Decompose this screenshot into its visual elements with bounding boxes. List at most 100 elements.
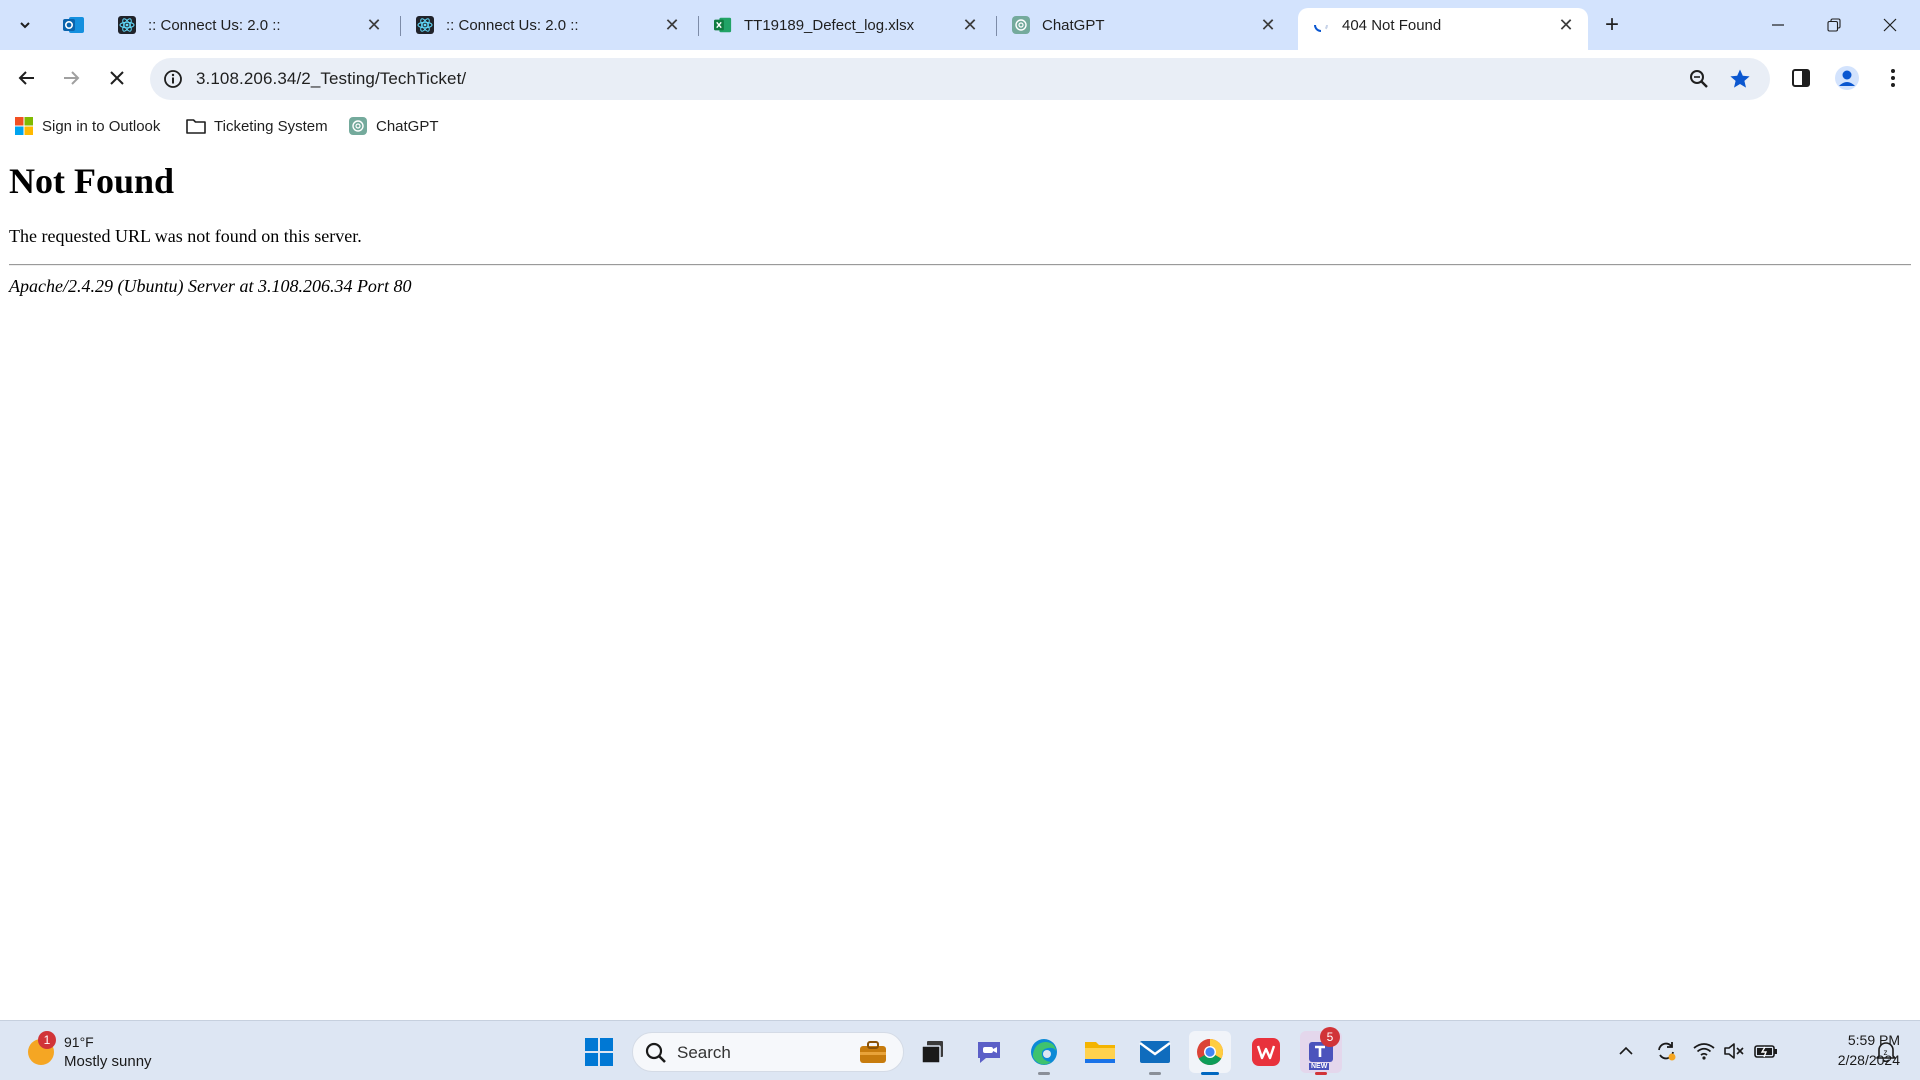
bookmark-label: Sign in to Outlook — [42, 117, 161, 135]
bookmark-chatgpt[interactable]: ChatGPT — [348, 114, 439, 138]
running-indicator — [1038, 1072, 1050, 1075]
address-bar[interactable]: 3.108.206.34/2_Testing/TechTicket/ — [150, 58, 1770, 100]
tab-close-button[interactable]: ✕ — [662, 15, 682, 35]
svg-text:z: z — [1884, 1048, 1888, 1057]
bookmark-star-icon[interactable] — [1728, 67, 1752, 91]
folder-icon — [1085, 1042, 1115, 1063]
tab-divider — [400, 16, 401, 36]
tab-close-button[interactable]: ✕ — [1556, 15, 1576, 35]
restore-button[interactable] — [1806, 0, 1862, 50]
sync-tray-icon[interactable] — [1652, 1037, 1680, 1065]
arrow-right-icon — [64, 71, 80, 85]
mail-icon — [1139, 1041, 1171, 1063]
side-panel-button[interactable] — [1784, 61, 1818, 95]
taskbar-mail[interactable] — [1134, 1031, 1176, 1075]
edge-icon — [1031, 1039, 1057, 1065]
weather-condition: Mostly sunny — [64, 1053, 152, 1070]
volume-muted-icon — [1724, 1043, 1744, 1059]
notification-center-button[interactable]: z — [1872, 1037, 1900, 1065]
tab-title: ChatGPT — [1042, 16, 1105, 34]
tab-title: :: Connect Us: 2.0 :: — [148, 16, 281, 34]
show-hidden-icons-button[interactable] — [1612, 1037, 1640, 1065]
minimize-button[interactable] — [1750, 0, 1806, 50]
tab-title: :: Connect Us: 2.0 :: — [446, 16, 579, 34]
weather-temperature: 91°F — [64, 1034, 94, 1050]
excel-icon — [714, 16, 732, 34]
arrow-left-icon — [18, 71, 34, 85]
close-window-button[interactable] — [1862, 0, 1918, 50]
restore-icon — [1827, 18, 1841, 32]
wps-office-icon — [1252, 1038, 1280, 1066]
page-title: Not Found — [9, 161, 175, 201]
taskbar-teams[interactable]: 5 NEW — [1300, 1027, 1342, 1075]
tab-close-button[interactable]: ✕ — [364, 15, 384, 35]
back-button[interactable] — [9, 60, 45, 96]
site-info-icon[interactable] — [162, 68, 184, 90]
battery-charging-icon — [1754, 1045, 1777, 1058]
notification-bell-icon: z — [1876, 1042, 1896, 1062]
windows-taskbar: 1 91°F Mostly sunny Search 5 NEW 5:59 PM… — [0, 1020, 1920, 1080]
bookmark-label: ChatGPT — [376, 117, 439, 135]
chat-icon — [978, 1042, 1000, 1063]
minimize-icon — [1772, 24, 1784, 26]
briefcase-icon — [855, 1037, 891, 1067]
taskbar-chrome[interactable] — [1189, 1031, 1231, 1075]
running-indicator — [1315, 1072, 1327, 1075]
notification-badge: 1 — [38, 1031, 56, 1049]
taskbar-edge[interactable] — [1023, 1031, 1065, 1075]
outlook-icon — [63, 17, 84, 33]
taskbar-search[interactable]: Search — [632, 1032, 904, 1072]
taskbar-task-view[interactable] — [912, 1031, 954, 1073]
teams-new-tag: NEW — [1309, 1063, 1330, 1070]
react-atom-icon — [118, 16, 136, 34]
battery-tray-icon[interactable] — [1752, 1037, 1780, 1065]
weather-widget[interactable]: 1 91°F Mostly sunny — [24, 1031, 174, 1073]
taskbar-wps-office[interactable] — [1245, 1031, 1287, 1073]
teams-notification-badge: 5 — [1320, 1027, 1340, 1047]
close-icon — [1883, 18, 1897, 32]
wifi-icon — [1693, 1043, 1715, 1060]
taskbar-file-explorer[interactable] — [1079, 1031, 1121, 1073]
profile-button[interactable] — [1830, 61, 1864, 95]
new-tab-button[interactable]: + — [1597, 11, 1627, 39]
url-text[interactable]: 3.108.206.34/2_Testing/TechTicket/ — [196, 69, 466, 89]
browser-menu-button[interactable] — [1876, 61, 1910, 95]
zoom-icon[interactable] — [1687, 67, 1711, 91]
folder-icon — [186, 116, 206, 136]
taskbar-teams-chat[interactable] — [968, 1031, 1010, 1073]
start-button[interactable] — [578, 1031, 620, 1073]
tab-404-not-found[interactable]: 404 Not Found ✕ — [1298, 8, 1588, 50]
tab-divider — [698, 16, 699, 36]
windows-logo-icon — [585, 1038, 613, 1066]
tab-strip: :: Connect Us: 2.0 :: ✕ :: Connect Us: 2… — [0, 0, 1920, 50]
task-view-icon — [921, 1041, 943, 1064]
error-message: The requested URL was not found on this … — [9, 226, 362, 246]
tab-connect-us-2[interactable]: :: Connect Us: 2.0 :: ✕ — [402, 8, 694, 42]
bookmark-ticketing-system[interactable]: Ticketing System — [186, 114, 328, 138]
pinned-tab-outlook[interactable] — [56, 8, 92, 42]
server-signature: Apache/2.4.29 (Ubuntu) Server at 3.108.2… — [9, 276, 412, 296]
volume-tray-icon[interactable] — [1720, 1037, 1748, 1065]
tab-chatgpt[interactable]: ChatGPT ✕ — [998, 8, 1290, 42]
browser-toolbar: 3.108.206.34/2_Testing/TechTicket/ — [0, 50, 1920, 108]
running-indicator — [1149, 1072, 1161, 1075]
tab-defect-log[interactable]: TT19189_Defect_log.xlsx ✕ — [700, 8, 992, 42]
bookmark-sign-in-outlook[interactable]: Sign in to Outlook — [14, 114, 160, 138]
stop-loading-button[interactable] — [99, 60, 135, 96]
sync-icon — [1658, 1042, 1676, 1061]
chatgpt-icon — [1012, 16, 1030, 34]
forward-button[interactable] — [53, 60, 89, 96]
bookmark-label: Ticketing System — [214, 117, 328, 135]
running-indicator — [1201, 1072, 1219, 1075]
tab-close-button[interactable]: ✕ — [1258, 15, 1278, 35]
chevron-down-icon — [20, 22, 30, 29]
tab-close-button[interactable]: ✕ — [960, 15, 980, 35]
kebab-menu-icon — [1891, 69, 1895, 87]
chatgpt-icon — [348, 116, 368, 136]
chrome-icon — [1197, 1038, 1224, 1066]
tab-search-button[interactable] — [8, 9, 42, 41]
microsoft-logo-icon — [14, 116, 34, 136]
wifi-tray-icon[interactable] — [1690, 1037, 1718, 1065]
tab-connect-us-1[interactable]: :: Connect Us: 2.0 :: ✕ — [104, 8, 396, 42]
chevron-up-icon — [1619, 1046, 1633, 1055]
